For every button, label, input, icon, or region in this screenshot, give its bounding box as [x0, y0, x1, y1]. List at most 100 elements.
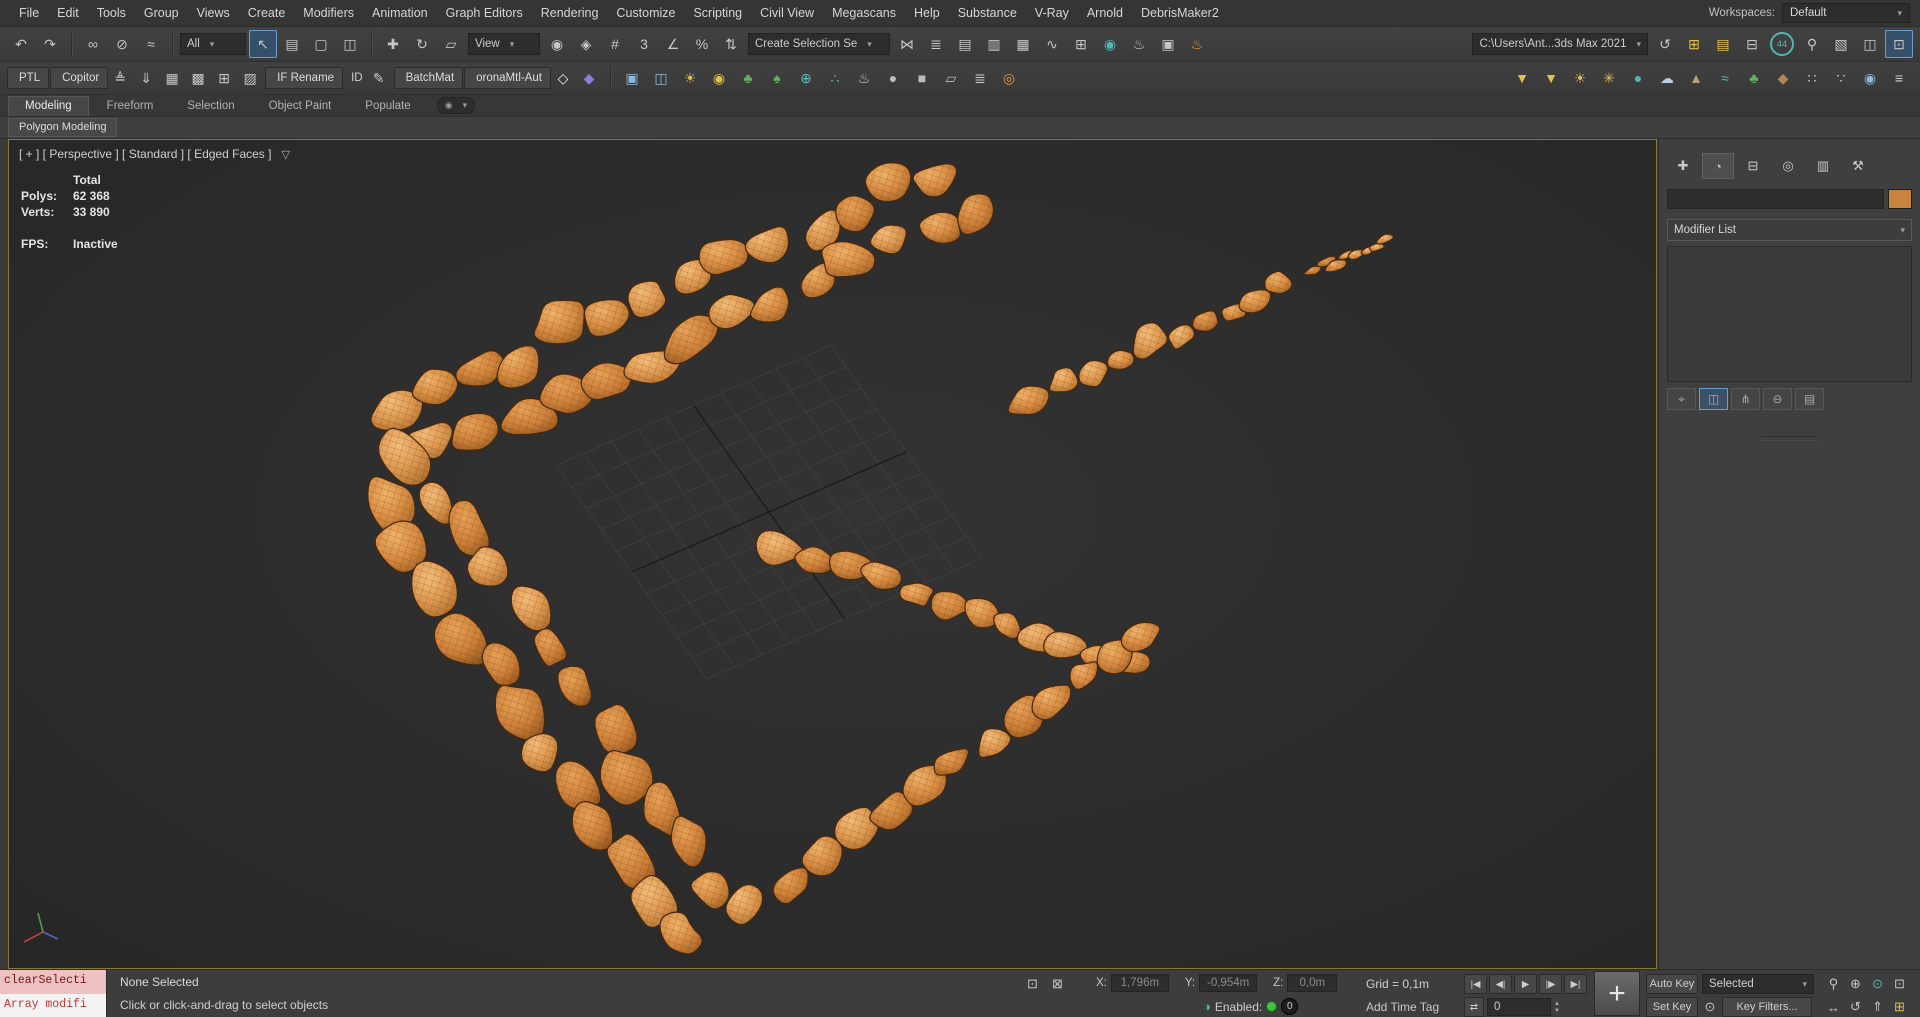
menu-item[interactable]: Arnold — [1078, 6, 1132, 20]
select-and-link-icon[interactable]: ∞ — [79, 30, 107, 58]
copitor-button[interactable]: Copitor — [50, 67, 108, 89]
remove-modifier-button[interactable]: ⊖ — [1763, 388, 1792, 410]
menu-item[interactable]: V-Ray — [1026, 6, 1078, 20]
target-camera-icon[interactable]: ◫ — [647, 64, 675, 92]
menu-item[interactable]: Civil View — [751, 6, 823, 20]
clipboard-copy-icon[interactable]: ⊞ — [213, 66, 238, 90]
shader-ball-icon[interactable]: ● — [1624, 64, 1652, 92]
particles-icon[interactable]: ∷ — [1798, 64, 1826, 92]
filter-funnel-icon[interactable]: ▼ — [1508, 64, 1536, 92]
material-slots-icon[interactable]: ▨ — [239, 66, 264, 90]
physical-camera-icon[interactable]: ▣ — [618, 64, 646, 92]
star-burst-icon[interactable]: ✳ — [1595, 64, 1623, 92]
make-unique-button[interactable]: ⋔ — [1731, 388, 1760, 410]
menu-item[interactable]: Animation — [363, 6, 437, 20]
compare-icon[interactable]: ⊟ — [1738, 30, 1766, 58]
schematic-view-icon[interactable]: ⊞ — [1067, 30, 1095, 58]
debris-icon[interactable]: ∵ — [1827, 64, 1855, 92]
tab-populate[interactable]: Populate — [349, 97, 426, 116]
menu-item[interactable]: Modifiers — [294, 6, 363, 20]
select-and-rotate-icon[interactable]: ↻ — [408, 30, 436, 58]
rock-tool-icon[interactable]: ◆ — [1769, 64, 1797, 92]
y-coordinate-field[interactable]: -0,954m — [1199, 974, 1257, 992]
menu-item[interactable]: Help — [905, 6, 949, 20]
render-spheres-icon[interactable]: ◉ — [1856, 64, 1884, 92]
add-time-tag[interactable]: Add Time Tag — [1366, 1000, 1439, 1014]
if-rename-button[interactable]: IF Rename — [265, 67, 343, 89]
display-tab[interactable]: ▥ — [1807, 153, 1839, 179]
workspace-select[interactable]: Default ▾ — [1782, 3, 1910, 23]
hierarchy-tab[interactable]: ⊟ — [1737, 153, 1769, 179]
frame-spinner[interactable]: ▲▼ — [1554, 1001, 1560, 1014]
utilities-tab[interactable]: ⚒ — [1842, 153, 1874, 179]
previous-frame-button[interactable]: ◀| — [1489, 974, 1512, 994]
create-tab[interactable]: ✚ — [1667, 153, 1699, 179]
frame-count-badge[interactable]: 44 — [1770, 32, 1794, 56]
selection-region-icon[interactable]: ▢ — [307, 30, 335, 58]
selection-set-dropdown[interactable]: Selected ▾ — [1702, 974, 1814, 994]
tab-selection[interactable]: Selection — [171, 97, 250, 116]
tab-object-paint[interactable]: Object Paint — [253, 97, 348, 116]
menu-item[interactable]: Customize — [607, 6, 684, 20]
snaps-toggle-icon[interactable]: 3 — [630, 30, 658, 58]
filter-funnel-2-icon[interactable]: ▼ — [1537, 64, 1565, 92]
keyboard-override-icon[interactable]: # — [601, 30, 629, 58]
object-color-swatch[interactable] — [1888, 189, 1912, 209]
reference-coordinate-select[interactable]: View▾ — [468, 33, 540, 55]
motion-tab[interactable]: ◎ — [1772, 153, 1804, 179]
layer-manager-icon[interactable]: ▤ — [951, 30, 979, 58]
angle-snap-icon[interactable]: ∠ — [659, 30, 687, 58]
uv-grid-icon[interactable]: ▩ — [187, 66, 212, 90]
template-icon[interactable]: ▤ — [1709, 30, 1737, 58]
z-coordinate-field[interactable]: 0,0m — [1287, 974, 1337, 992]
enabled-status-dot[interactable] — [1266, 1001, 1277, 1012]
workspace-grid-icon[interactable]: ▧ — [1827, 30, 1855, 58]
pivot-tool-icon[interactable]: ≜ — [109, 66, 134, 90]
batchmat-button[interactable]: BatchMat — [394, 67, 464, 89]
zoom-icon[interactable]: ⚲ — [1823, 974, 1844, 994]
toolbar-options-icon[interactable]: ≡ — [1885, 64, 1913, 92]
window-crossing-icon[interactable]: ◫ — [336, 30, 364, 58]
menu-item[interactable]: Graph Editors — [437, 6, 532, 20]
viewport-label-text[interactable]: [ + ] [ Perspective ] [ Standard ] [ Edg… — [19, 147, 271, 161]
named-selection-set-select[interactable]: Create Selection Se▾ — [748, 33, 890, 55]
object-name-input[interactable] — [1667, 189, 1884, 209]
zoom-extents-icon[interactable]: ⊙ — [1867, 974, 1888, 994]
isolate-selection-icon[interactable]: ⊡ — [1022, 974, 1043, 994]
mirror-icon[interactable]: ⋈ — [893, 30, 921, 58]
forest-icon[interactable]: ♠ — [763, 64, 791, 92]
cloud-icon[interactable]: ☁ — [1653, 64, 1681, 92]
percent-snap-icon[interactable]: % — [688, 30, 716, 58]
menu-item[interactable]: DebrisMaker2 — [1132, 6, 1228, 20]
use-pivot-center-icon[interactable]: ◉ — [543, 30, 571, 58]
rollout-divider[interactable] — [1762, 436, 1818, 441]
menu-item[interactable]: Scripting — [684, 6, 751, 20]
menu-item[interactable]: Edit — [48, 6, 88, 20]
menu-item[interactable]: Rendering — [532, 6, 608, 20]
rename-pen-icon[interactable]: ✎ — [368, 66, 393, 90]
menu-item[interactable]: Megascans — [823, 6, 905, 20]
interactive-render-icon[interactable]: ◑ — [1203, 999, 1211, 1014]
unlink-selection-icon[interactable]: ⊘ — [108, 30, 136, 58]
pan-icon[interactable]: ↔ — [1823, 997, 1844, 1017]
viewport[interactable]: [ + ] [ Perspective ] [ Standard ] [ Edg… — [8, 139, 1657, 969]
selection-lock-icon[interactable]: ⊠ — [1047, 974, 1068, 994]
key-step-toggle[interactable]: ⇄ — [1464, 997, 1484, 1017]
modify-tab[interactable]: ◔ — [1702, 153, 1734, 179]
pulze-icon[interactable]: ◆ — [578, 66, 603, 90]
pin-stack-button[interactable]: ⌖ — [1667, 388, 1696, 410]
sphere-primitive-icon[interactable]: ● — [879, 64, 907, 92]
teapot-icon[interactable]: ♨ — [850, 64, 878, 92]
project-path-select[interactable]: C:\Users\Ant...3ds Max 2021▾ — [1472, 33, 1648, 55]
select-and-move-icon[interactable]: ✚ — [379, 30, 407, 58]
menu-item[interactable]: Substance — [949, 6, 1026, 20]
scene-explorer-icon[interactable]: ▥ — [980, 30, 1008, 58]
select-object-icon[interactable]: ↖ — [249, 30, 277, 58]
render-setup-icon[interactable]: ♨ — [1125, 30, 1153, 58]
align-icon[interactable]: ≣ — [922, 30, 950, 58]
menu-item[interactable]: File — [10, 6, 48, 20]
select-and-scale-icon[interactable]: ▱ — [437, 30, 465, 58]
ribbon-minimize-button[interactable]: ◉ ▾ — [437, 97, 475, 114]
scatter-icon[interactable]: ∴ — [821, 64, 849, 92]
search-icon[interactable]: ⚲ — [1798, 30, 1826, 58]
